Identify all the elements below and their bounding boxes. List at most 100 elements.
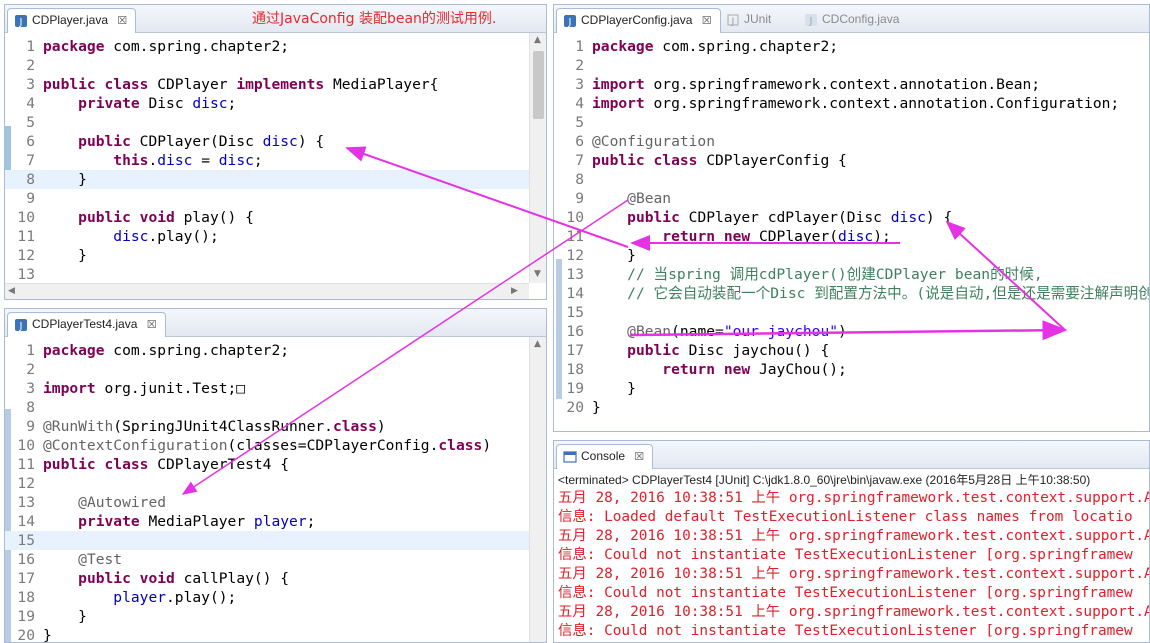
tab-cdplayertest4-java[interactable]: J CDPlayerTest4.java ☒	[7, 312, 166, 337]
code-line[interactable]: 13 @Autowired	[5, 493, 546, 512]
code-line[interactable]: 20}	[5, 626, 546, 643]
code-line[interactable]: 3 public class CDPlayer implements MediaP…	[5, 75, 546, 94]
code-line[interactable]: 12 }	[5, 246, 546, 265]
code-line[interactable]: 7 public class CDPlayerConfig {	[554, 151, 1149, 170]
code-line[interactable]: 9 @RunWith(SpringJUnit4ClassRunner.class)	[5, 417, 546, 436]
line-number: 20	[17, 627, 35, 643]
code-line[interactable]: 11 return new CDPlayer(disc);	[554, 227, 1149, 246]
code-line[interactable]: 20}	[554, 398, 1149, 417]
code-line[interactable]: 2	[5, 56, 546, 75]
line-number: 14	[566, 285, 584, 302]
code-line[interactable]: 1 package com.spring.chapter2;	[554, 37, 1149, 56]
code-text: @Configuration	[592, 133, 716, 150]
code-text: return new JayChou();	[662, 361, 847, 378]
code-text: @ContextConfiguration(classes=CDPlayerCo…	[43, 437, 492, 454]
line-number: 10	[17, 209, 35, 226]
code-line[interactable]: 8 }	[5, 170, 546, 189]
code-line[interactable]: 3 import org.springframework.context.anno…	[554, 75, 1149, 94]
code-line[interactable]: 19 }	[5, 607, 546, 626]
line-number: 6	[26, 133, 35, 150]
vertical-scrollbar[interactable]: ▲	[529, 337, 546, 642]
code-area[interactable]: 1 package com.spring.chapter2; 2 3 public cl…	[5, 33, 546, 283]
vertical-scrollbar[interactable]: ▲ ▼	[529, 33, 546, 283]
code-line[interactable]: 4 import org.springframework.context.anno…	[554, 94, 1149, 113]
line-number: 13	[17, 494, 35, 511]
scroll-up-icon[interactable]: ▲	[534, 35, 541, 45]
close-icon[interactable]: ☒	[702, 15, 712, 27]
code-text: package com.spring.chapter2;	[43, 342, 290, 359]
line-number: 7	[26, 152, 35, 169]
code-line[interactable]: 13 // 当spring 调用cdPlayer()创建CDPlayer bea…	[554, 265, 1149, 284]
scroll-right-icon[interactable]: ▶	[511, 286, 518, 296]
code-line[interactable]: 12 }	[554, 246, 1149, 265]
scrollbar-thumb[interactable]	[533, 51, 544, 119]
code-line[interactable]: 18 player.play();	[5, 588, 546, 607]
tab-label: Console	[581, 449, 626, 463]
code-line[interactable]: 14 // 它会自动装配一个Disc 到配置方法中。(说是自动,但是还是需要注解…	[554, 284, 1149, 303]
code-line[interactable]: 14 private MediaPlayer player;	[5, 512, 546, 531]
line-number: 8	[575, 171, 584, 188]
code-line[interactable]: 17 public Disc jaychou() {	[554, 341, 1149, 360]
close-icon[interactable]: ☒	[634, 451, 644, 463]
code-text: import org.junit.Test;□	[43, 380, 246, 397]
scroll-left-icon[interactable]: ◀	[8, 286, 15, 296]
code-line[interactable]: 13	[5, 265, 546, 284]
tab-cdplayer-java[interactable]: J CDPlayer.java ☒	[7, 8, 137, 33]
code-text: public class CDPlayer implements MediaPl…	[43, 76, 439, 93]
tab-console[interactable]: Console ☒	[556, 444, 654, 469]
code-line[interactable]: 12	[5, 474, 546, 493]
code-line[interactable]: 10 public CDPlayer cdPlayer(Disc disc) {	[554, 208, 1149, 227]
svg-text:J: J	[19, 17, 23, 28]
code-line[interactable]: 8	[554, 170, 1149, 189]
close-icon[interactable]: ☒	[117, 15, 127, 27]
code-line[interactable]: 11 disc.play();	[5, 227, 546, 246]
code-line[interactable]: 6 public CDPlayer(Disc disc) {	[5, 132, 546, 151]
code-area[interactable]: 1 package com.spring.chapter2; 2 3 import or…	[554, 33, 1149, 431]
code-line[interactable]: 9 @Bean	[554, 189, 1149, 208]
code-line[interactable]: 10 @ContextConfiguration(classes=CDPlayer…	[5, 436, 546, 455]
code-line[interactable]: 9	[5, 189, 546, 208]
code-line[interactable]: 18 return new JayChou();	[554, 360, 1149, 379]
code-line[interactable]: 7 this.disc = disc;	[5, 151, 546, 170]
code-line[interactable]: 15	[554, 303, 1149, 322]
code-line[interactable]: 6 @Configuration	[554, 132, 1149, 151]
scroll-down-icon[interactable]: ▼	[534, 269, 541, 279]
code-line[interactable]: 15	[5, 531, 546, 550]
tab-cdconfig-java[interactable]: J CDConfig.java	[798, 8, 907, 33]
code-line[interactable]: 2	[554, 56, 1149, 75]
code-text: import org.springframework.context.annot…	[592, 76, 1041, 93]
code-text: public class CDPlayerTest4 {	[43, 456, 290, 473]
code-line[interactable]: 3 import org.junit.Test;□	[5, 379, 546, 398]
tab-junit[interactable]: J JUnit	[720, 8, 779, 33]
svg-text:J: J	[19, 321, 23, 332]
code-line[interactable]: 8	[5, 398, 546, 417]
code-line[interactable]: 19 }	[554, 379, 1149, 398]
code-line[interactable]: 1 package com.spring.chapter2;	[5, 341, 546, 360]
code-line[interactable]: 5	[5, 113, 546, 132]
svg-text:J: J	[809, 16, 813, 27]
code-area[interactable]: 1 package com.spring.chapter2; 2 3 import or…	[5, 337, 546, 643]
line-number: 1	[26, 342, 35, 359]
tab-cdplayerconfig-java[interactable]: J CDPlayerConfig.java ☒	[556, 8, 721, 33]
code-text: @Bean	[627, 190, 672, 207]
code-line[interactable]: 16 @Bean(name="our jaychou")	[554, 322, 1149, 341]
code-line[interactable]: 11 public class CDPlayerTest4 {	[5, 455, 546, 474]
code-line[interactable]: 4 private Disc disc;	[5, 94, 546, 113]
horizontal-scrollbar[interactable]: ◀ ▶	[5, 283, 529, 299]
code-text: return new CDPlayer(disc);	[662, 228, 891, 245]
code-text: import org.springframework.context.annot…	[592, 95, 1120, 112]
code-line[interactable]: 1 package com.spring.chapter2;	[5, 37, 546, 56]
line-number: 2	[26, 361, 35, 378]
line-number: 16	[17, 551, 35, 568]
line-number: 19	[566, 380, 584, 397]
code-line[interactable]: 5	[554, 113, 1149, 132]
code-line[interactable]: 10 public void play() {	[5, 208, 546, 227]
code-line[interactable]: 2	[5, 360, 546, 379]
scroll-up-icon[interactable]: ▲	[534, 339, 541, 349]
code-line[interactable]: 17 public void callPlay() {	[5, 569, 546, 588]
console-line: 五月 28, 2016 10:38:51 上午 org.springframew…	[558, 490, 1150, 506]
close-icon[interactable]: ☒	[147, 319, 157, 331]
line-number: 5	[26, 114, 35, 131]
line-number: 9	[26, 418, 35, 435]
code-line[interactable]: 16 @Test	[5, 550, 546, 569]
